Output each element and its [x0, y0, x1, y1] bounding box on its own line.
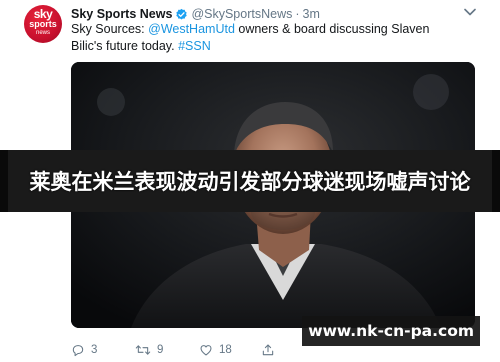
tweet-text: Sky Sources: @WestHamUtd owners & board … [71, 21, 461, 55]
share-icon [262, 344, 274, 356]
caption-banner: 莱奥在米兰表现波动引发部分球迷现场嘘声讨论 [0, 150, 500, 212]
retweet-count: 9 [157, 344, 164, 356]
logo-news-text: news [35, 30, 50, 36]
tweet-timestamp[interactable]: 3m [303, 7, 320, 21]
chevron-down-icon[interactable] [464, 8, 476, 16]
caption-banner-edge-right [492, 150, 500, 212]
caption-text: 莱奥在米兰表现波动引发部分球迷现场嘘声讨论 [29, 170, 471, 194]
account-avatar[interactable]: sky sports news [24, 5, 62, 43]
watermark-url: www.nk-cn-pa.com [302, 316, 480, 346]
like-button[interactable]: 18 [199, 343, 261, 357]
reply-count: 3 [91, 344, 98, 356]
caption-banner-edge-left [0, 150, 8, 212]
hashtag-link[interactable]: #SSN [178, 39, 211, 53]
display-name[interactable]: Sky Sports News [71, 7, 172, 21]
retweet-icon [135, 345, 151, 355]
logo-sports-text: sports [29, 19, 57, 29]
share-button[interactable] [261, 343, 281, 357]
reply-icon [72, 345, 84, 357]
tweet-header: Sky Sports News @SkySportsNews · 3m [71, 6, 320, 22]
account-handle[interactable]: @SkySportsNews [191, 7, 292, 21]
header-separator: · [295, 7, 300, 21]
tweet-card: sky sports news Sky Sports News @SkySpor… [0, 0, 500, 362]
reply-button[interactable]: 3 [71, 343, 135, 357]
tweet-text-prefix: Sky Sources: [71, 22, 149, 36]
retweet-button[interactable]: 9 [135, 343, 199, 357]
mention-link[interactable]: @WestHamUtd [148, 22, 235, 36]
verified-badge-icon [175, 8, 188, 21]
like-count: 18 [219, 344, 232, 356]
tweet-actions-bar: 3 9 18 [71, 342, 281, 358]
heart-icon [200, 345, 212, 356]
